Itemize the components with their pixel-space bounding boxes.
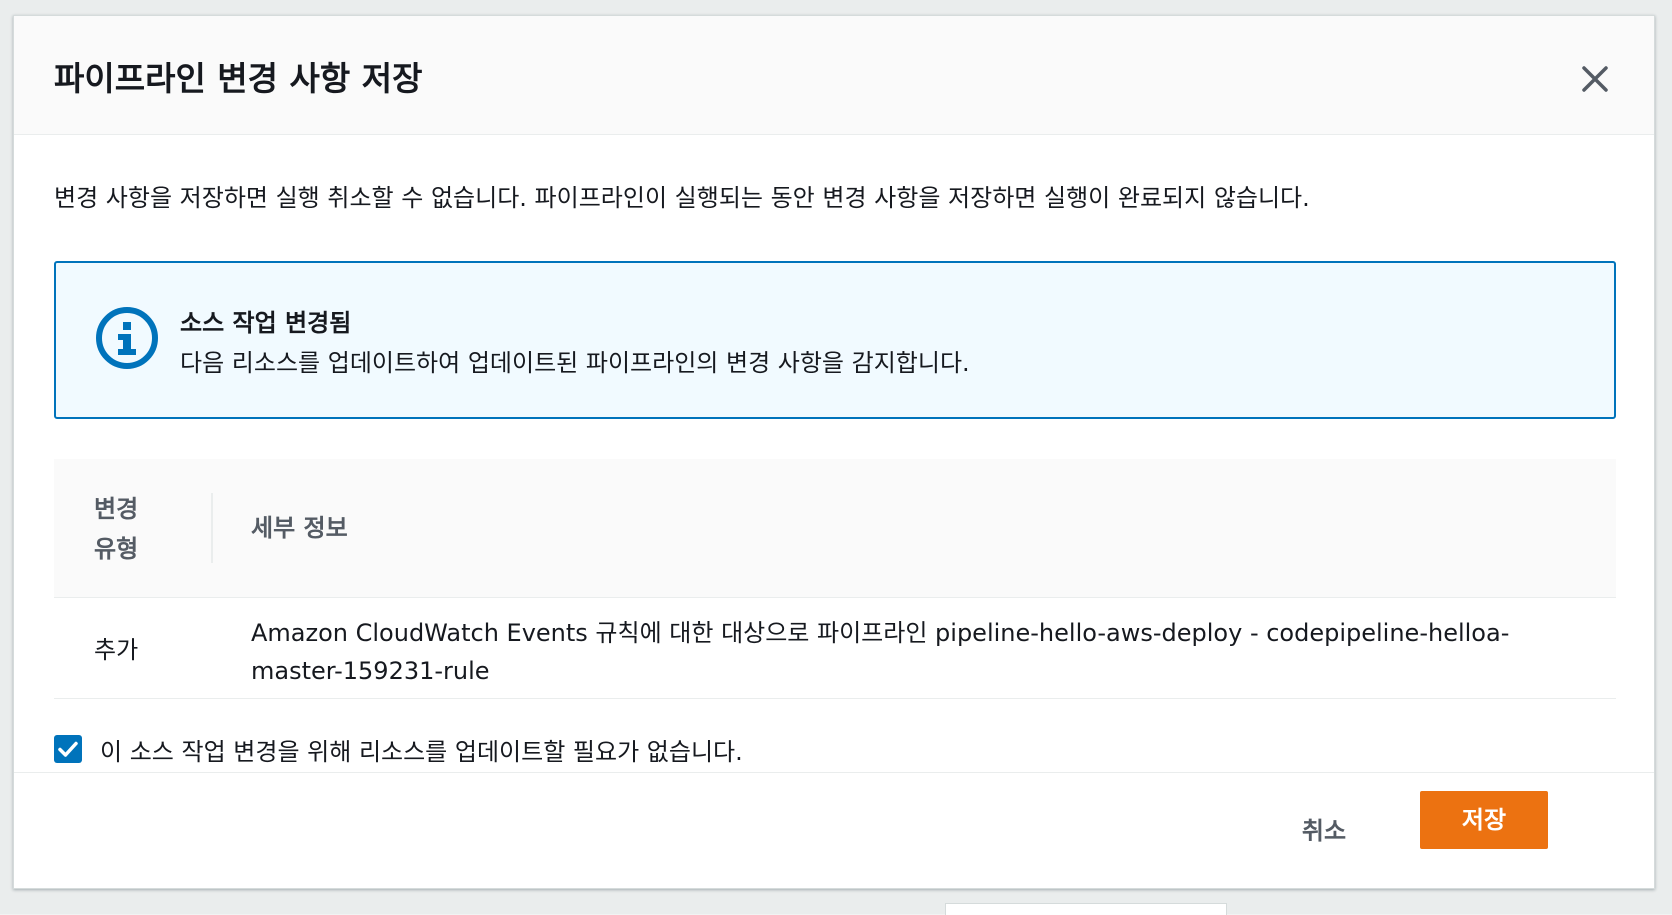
dialog-header: 파이프라인 변경 사항 저장 xyxy=(14,16,1654,135)
alert-title: 소스 작업 변경됨 xyxy=(180,309,352,337)
info-alert: 소스 작업 변경됨 다음 리소스를 업데이트하여 업데이트된 파이프라인의 변경… xyxy=(54,261,1616,419)
row-change-type: 추가 xyxy=(94,636,139,664)
warning-text: 변경 사항을 저장하면 실행 취소할 수 없습니다. 파이프라인이 실행되는 동… xyxy=(54,184,1310,212)
cancel-button[interactable]: 취소 xyxy=(1279,803,1369,859)
checkbox-label[interactable]: 이 소스 작업 변경을 위해 리소스를 업데이트할 필요가 없습니다. xyxy=(100,732,743,767)
table-header: 변경 유형 세부 정보 xyxy=(54,459,1616,598)
info-icon xyxy=(96,307,158,369)
close-icon xyxy=(1582,66,1608,92)
close-button[interactable] xyxy=(1572,56,1618,102)
save-changes-dialog: 파이프라인 변경 사항 저장 변경 사항을 저장하면 실행 취소할 수 없습니다… xyxy=(13,15,1655,889)
background-panel xyxy=(945,903,1227,915)
row-details: Amazon CloudWatch Events 규칙에 대한 대상으로 파이프… xyxy=(251,619,1510,685)
column-header-details: 세부 정보 xyxy=(251,514,348,542)
no-update-checkbox[interactable] xyxy=(54,735,82,763)
dialog-footer: 취소 저장 xyxy=(14,772,1654,890)
table-row: 추가 Amazon CloudWatch Events 규칙에 대한 대상으로 … xyxy=(54,598,1616,699)
checkmark-icon xyxy=(58,741,78,757)
column-divider[interactable] xyxy=(211,493,213,563)
save-button[interactable]: 저장 xyxy=(1420,791,1548,849)
changes-table: 변경 유형 세부 정보 추가 Amazon CloudWatch Events … xyxy=(54,459,1616,699)
column-header-change-type: 변경 유형 xyxy=(94,495,139,563)
dialog-title: 파이프라인 변경 사항 저장 xyxy=(54,59,423,98)
alert-description: 다음 리소스를 업데이트하여 업데이트된 파이프라인의 변경 사항을 감지합니다… xyxy=(180,349,970,377)
